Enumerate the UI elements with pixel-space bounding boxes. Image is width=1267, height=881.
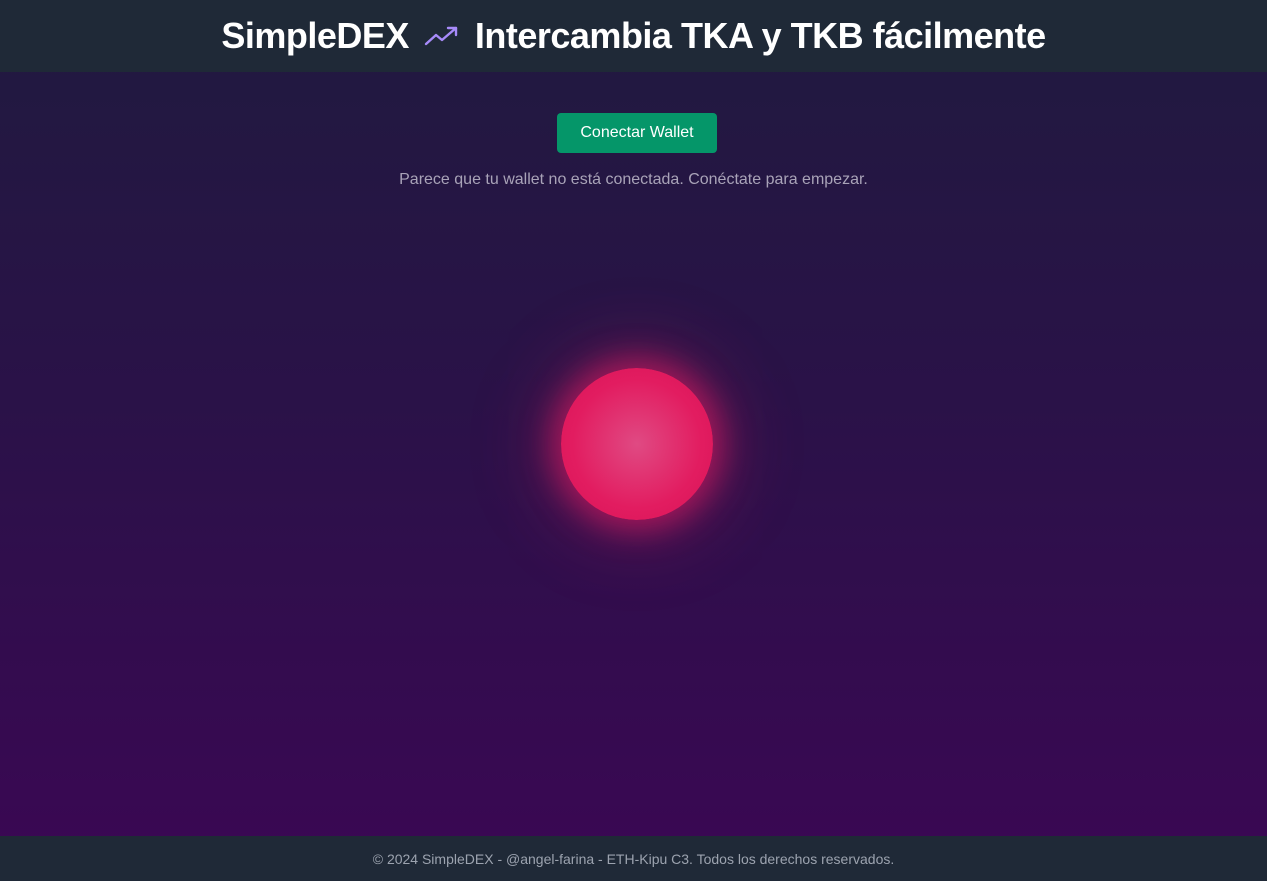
app-header: SimpleDEX Intercambia TKA y TKB fácilmen…	[0, 0, 1267, 72]
main-content: Conectar Wallet Parece que tu wallet no …	[0, 72, 1267, 836]
page-title: SimpleDEX Intercambia TKA y TKB fácilmen…	[221, 15, 1046, 56]
wallet-status-hint: Parece que tu wallet no está conectada. …	[399, 171, 868, 188]
loading-orb	[561, 368, 713, 520]
brand-name: SimpleDEX	[221, 15, 409, 56]
footer-copyright: © 2024 SimpleDEX - @angel-farina - ETH-K…	[372, 850, 895, 867]
header-tagline: Intercambia TKA y TKB fácilmente	[474, 15, 1046, 56]
app-footer: © 2024 SimpleDEX - @angel-farina - ETH-K…	[0, 836, 1267, 881]
trending-up-icon	[423, 21, 461, 51]
connect-wallet-button[interactable]: Conectar Wallet	[557, 113, 717, 153]
